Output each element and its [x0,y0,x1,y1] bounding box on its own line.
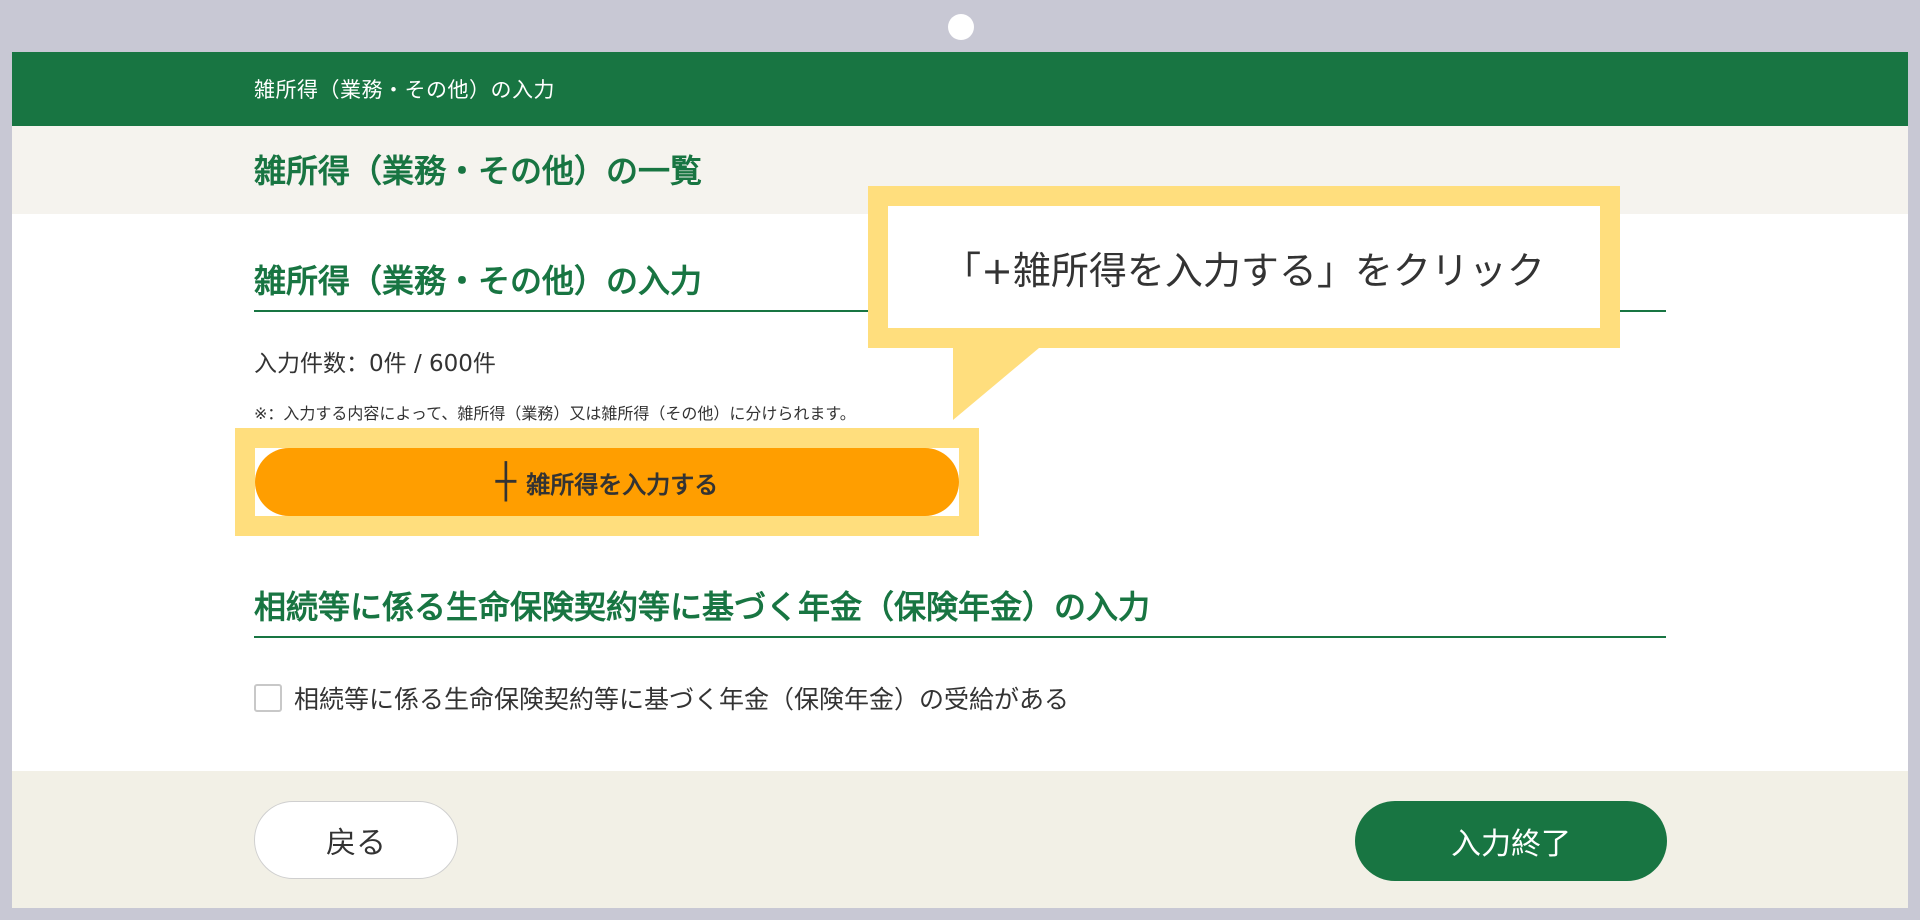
insurance-section-heading: 相続等に係る生命保険契約等に基づく年金（保険年金）の入力 [254,582,1666,638]
device-camera-dot [948,14,974,40]
add-misc-income-button[interactable]: ┼ 雑所得を入力する [255,448,959,516]
instruction-callout: 「+雑所得を入力する」をクリック [868,186,1620,348]
list-section-heading: 雑所得（業務・その他）の一覧 [254,152,703,190]
add-misc-income-button-label: 雑所得を入力する [526,470,719,499]
insurance-pension-checkbox-row[interactable]: 相続等に係る生命保険契約等に基づく年金（保険年金）の受給がある [254,680,1069,716]
header-bar: 雑所得（業務・その他）の入力 [12,52,1908,126]
instruction-callout-inner: 「+雑所得を入力する」をクリック [888,206,1600,328]
app-screen: 雑所得（業務・その他）の入力 雑所得（業務・その他）の一覧 雑所得（業務・その他… [12,52,1908,908]
instruction-callout-tail [953,348,1039,420]
input-note: ※：入力する内容によって、雑所得（業務）又は雑所得（その他）に分けられます。 [254,404,856,423]
back-button[interactable]: 戻る [254,801,458,879]
page-title: 雑所得（業務・その他）の入力 [254,78,555,102]
add-button-highlight-inner: ┼ 雑所得を入力する [255,448,959,516]
finish-input-button[interactable]: 入力終了 [1355,801,1667,881]
add-button-highlight: ┼ 雑所得を入力する [235,428,979,536]
footer-bar: 戻る 入力終了 [12,771,1908,908]
entry-count: 入力件数：0件 / 600件 [254,351,496,377]
instruction-callout-text: 「+雑所得を入力する」をクリック [943,248,1545,293]
insurance-pension-checkbox[interactable] [254,684,282,712]
insurance-pension-checkbox-label[interactable]: 相続等に係る生命保険契約等に基づく年金（保険年金）の受給がある [294,680,1069,716]
plus-icon: ┼ [495,462,517,502]
